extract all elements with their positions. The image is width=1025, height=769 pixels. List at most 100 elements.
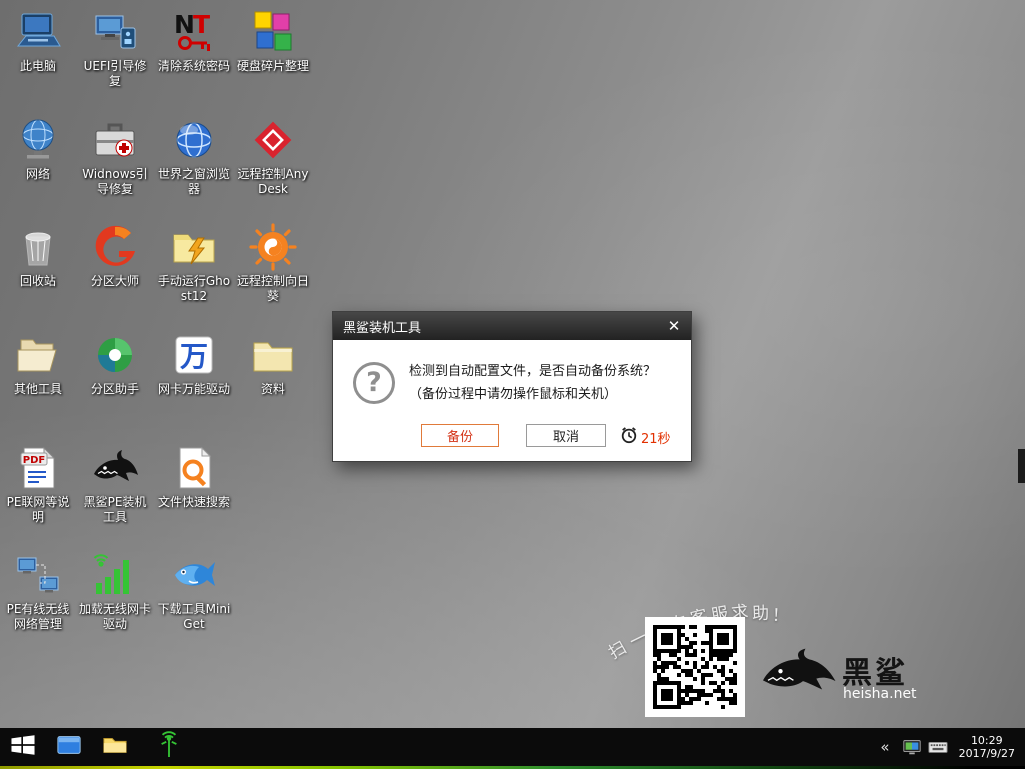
desktop-icon-label: PE联网等说明 [1, 495, 75, 525]
desktop-icon-shark[interactable]: 黑鲨PE装机工具 [78, 444, 152, 525]
taskbar-app-window[interactable] [46, 728, 92, 766]
desktop-icon-partition-assistant[interactable]: 分区助手 [78, 331, 152, 397]
shark-logo-icon [758, 646, 838, 698]
dialog-titlebar[interactable]: 黑鲨装机工具 ✕ [333, 312, 691, 340]
desktop-icon-windows-boot-repair[interactable]: Widnows引导修复 [78, 116, 152, 197]
desktop-icon-recycle-bin[interactable]: 回收站 [1, 223, 75, 289]
brand-site: heisha.net [843, 686, 917, 702]
dialog-body: ? 检测到自动配置文件，是否自动备份系统？（备份过程中请勿操作鼠标和关机） 备份… [333, 340, 691, 461]
installer-dialog: 黑鲨装机工具 ✕ ? 检测到自动配置文件，是否自动备份系统？（备份过程中请勿操作… [332, 311, 692, 462]
countdown-timer: 21秒 [620, 426, 671, 448]
desktop: 此电脑UEFI引导修复 NT 清除系统密码硬盘碎片整理网络Widnows引导修复世界… [0, 0, 1025, 769]
desktop-icon-pdf-doc[interactable]: PDF PE联网等说明 [1, 444, 75, 525]
qr-code [645, 617, 745, 717]
this-pc-icon [14, 8, 62, 56]
desktop-icon-label: 此电脑 [1, 59, 75, 74]
desktop-icon-label: 手动运行Ghost12 [157, 274, 231, 304]
windows-start-icon [9, 731, 37, 763]
miniget-fish-icon [170, 551, 218, 599]
qr-caption-char: 扫 [603, 633, 630, 663]
desktop-icon-label: 网络 [1, 167, 75, 182]
desktop-icon-pe-network-manage[interactable]: PE有线无线网络管理 [1, 551, 75, 632]
desktop-icon-disk-defrag[interactable]: 硬盘碎片整理 [236, 8, 310, 74]
desktop-icon-this-pc[interactable]: 此电脑 [1, 8, 75, 74]
folder-open-icon [14, 331, 62, 379]
desktop-icon-label: UEFI引导修复 [78, 59, 152, 89]
desktop-icon-file-search[interactable]: 文件快速搜索 [157, 444, 231, 510]
desktop-icon-label: 分区助手 [78, 382, 152, 397]
desktop-icon-label: Widnows引导修复 [78, 167, 152, 197]
folder-icon [249, 331, 297, 379]
shark-icon [91, 444, 139, 492]
taskbar: « 10:29 2017/9/27 [0, 728, 1025, 766]
clear-password-icon: NT [170, 8, 218, 56]
desktop-icon-label: 回收站 [1, 274, 75, 289]
svg-text:T: T [193, 10, 210, 39]
screen-edge-notch [1018, 449, 1025, 483]
clock-time: 10:29 [959, 734, 1015, 747]
windows-boot-repair-icon [91, 116, 139, 164]
ghost-folder-icon [170, 223, 218, 271]
svg-text:PDF: PDF [23, 455, 45, 466]
svg-text:N: N [174, 10, 195, 39]
desktop-icon-label: 网卡万能驱动 [157, 382, 231, 397]
desktop-icon-label: 硬盘碎片整理 [236, 59, 310, 74]
taskbar-clock[interactable]: 10:29 2017/9/27 [951, 734, 1025, 760]
desktop-icon-label: 清除系统密码 [157, 59, 231, 74]
desktop-icon-label: 分区大师 [78, 274, 152, 289]
desktop-icon-world-browser[interactable]: 世界之窗浏览器 [157, 116, 231, 197]
desktop-icon-folder-open[interactable]: 其他工具 [1, 331, 75, 397]
disk-defrag-icon [249, 8, 297, 56]
world-browser-icon [170, 116, 218, 164]
question-icon: ? [353, 362, 395, 404]
close-icon[interactable]: ✕ [657, 312, 691, 340]
dialog-message: 检测到自动配置文件，是否自动备份系统？（备份过程中请勿操作鼠标和关机） [409, 360, 675, 406]
antenna-icon [157, 730, 181, 764]
network-icon [14, 116, 62, 164]
desktop-icon-miniget-fish[interactable]: 下载工具MiniGet [157, 551, 231, 632]
backup-button[interactable]: 备份 [421, 424, 499, 447]
desktop-icon-label: 加载无线网卡驱动 [78, 602, 152, 632]
desktop-icon-network[interactable]: 网络 [1, 116, 75, 182]
desktop-icon-uefi-boot-repair[interactable]: UEFI引导修复 [78, 8, 152, 89]
desktop-icon-label: 资料 [236, 382, 310, 397]
countdown-text: 21秒 [641, 428, 671, 447]
desktop-icon-ghost-folder[interactable]: 手动运行Ghost12 [157, 223, 231, 304]
desktop-icon-label: 远程控制AnyDesk [236, 167, 310, 197]
cancel-button[interactable]: 取消 [526, 424, 606, 447]
display-settings-icon[interactable] [899, 728, 925, 766]
desktop-icon-universal-nic-driver[interactable]: 万网卡万能驱动 [157, 331, 231, 397]
partition-master-icon [91, 223, 139, 271]
taskbar-network-signal[interactable] [152, 728, 186, 766]
taskbar-file-explorer[interactable] [92, 728, 138, 766]
start-button[interactable] [0, 728, 46, 766]
dialog-title: 黑鲨装机工具 [343, 317, 657, 336]
recycle-bin-icon [14, 223, 62, 271]
qr-modules [653, 625, 737, 713]
desktop-icon-label: 世界之窗浏览器 [157, 167, 231, 197]
file-search-icon [170, 444, 218, 492]
partition-assistant-icon [91, 331, 139, 379]
desktop-icon-label: 黑鲨PE装机工具 [78, 495, 152, 525]
tray-expand-chevron-icon[interactable]: « [871, 728, 898, 766]
desktop-icon-label: 文件快速搜索 [157, 495, 231, 510]
desktop-icon-partition-master[interactable]: 分区大师 [78, 223, 152, 289]
desktop-icon-label: 其他工具 [1, 382, 75, 397]
clock-date: 2017/9/27 [959, 747, 1015, 760]
uefi-boot-repair-icon [91, 8, 139, 56]
desktop-icon-clear-password[interactable]: NT 清除系统密码 [157, 8, 231, 74]
desktop-icon-label: PE有线无线网络管理 [1, 602, 75, 632]
touch-keyboard-icon[interactable] [925, 728, 951, 766]
desktop-icon-label: 远程控制向日葵 [236, 274, 310, 304]
folder-icon [102, 732, 128, 762]
qr-caption-char: ！ [772, 601, 790, 627]
clock-icon [620, 426, 638, 448]
desktop-icon-folder[interactable]: 资料 [236, 331, 310, 397]
svg-text:万: 万 [180, 340, 208, 373]
desktop-icon-anydesk[interactable]: 远程控制AnyDesk [236, 116, 310, 197]
desktop-icon-label: 下载工具MiniGet [157, 602, 231, 632]
desktop-icon-wifi-driver[interactable]: 加载无线网卡驱动 [78, 551, 152, 632]
desktop-icon-sunflower[interactable]: 远程控制向日葵 [236, 223, 310, 304]
pe-network-manage-icon [14, 551, 62, 599]
system-tray: « 10:29 2017/9/27 [871, 728, 1025, 766]
